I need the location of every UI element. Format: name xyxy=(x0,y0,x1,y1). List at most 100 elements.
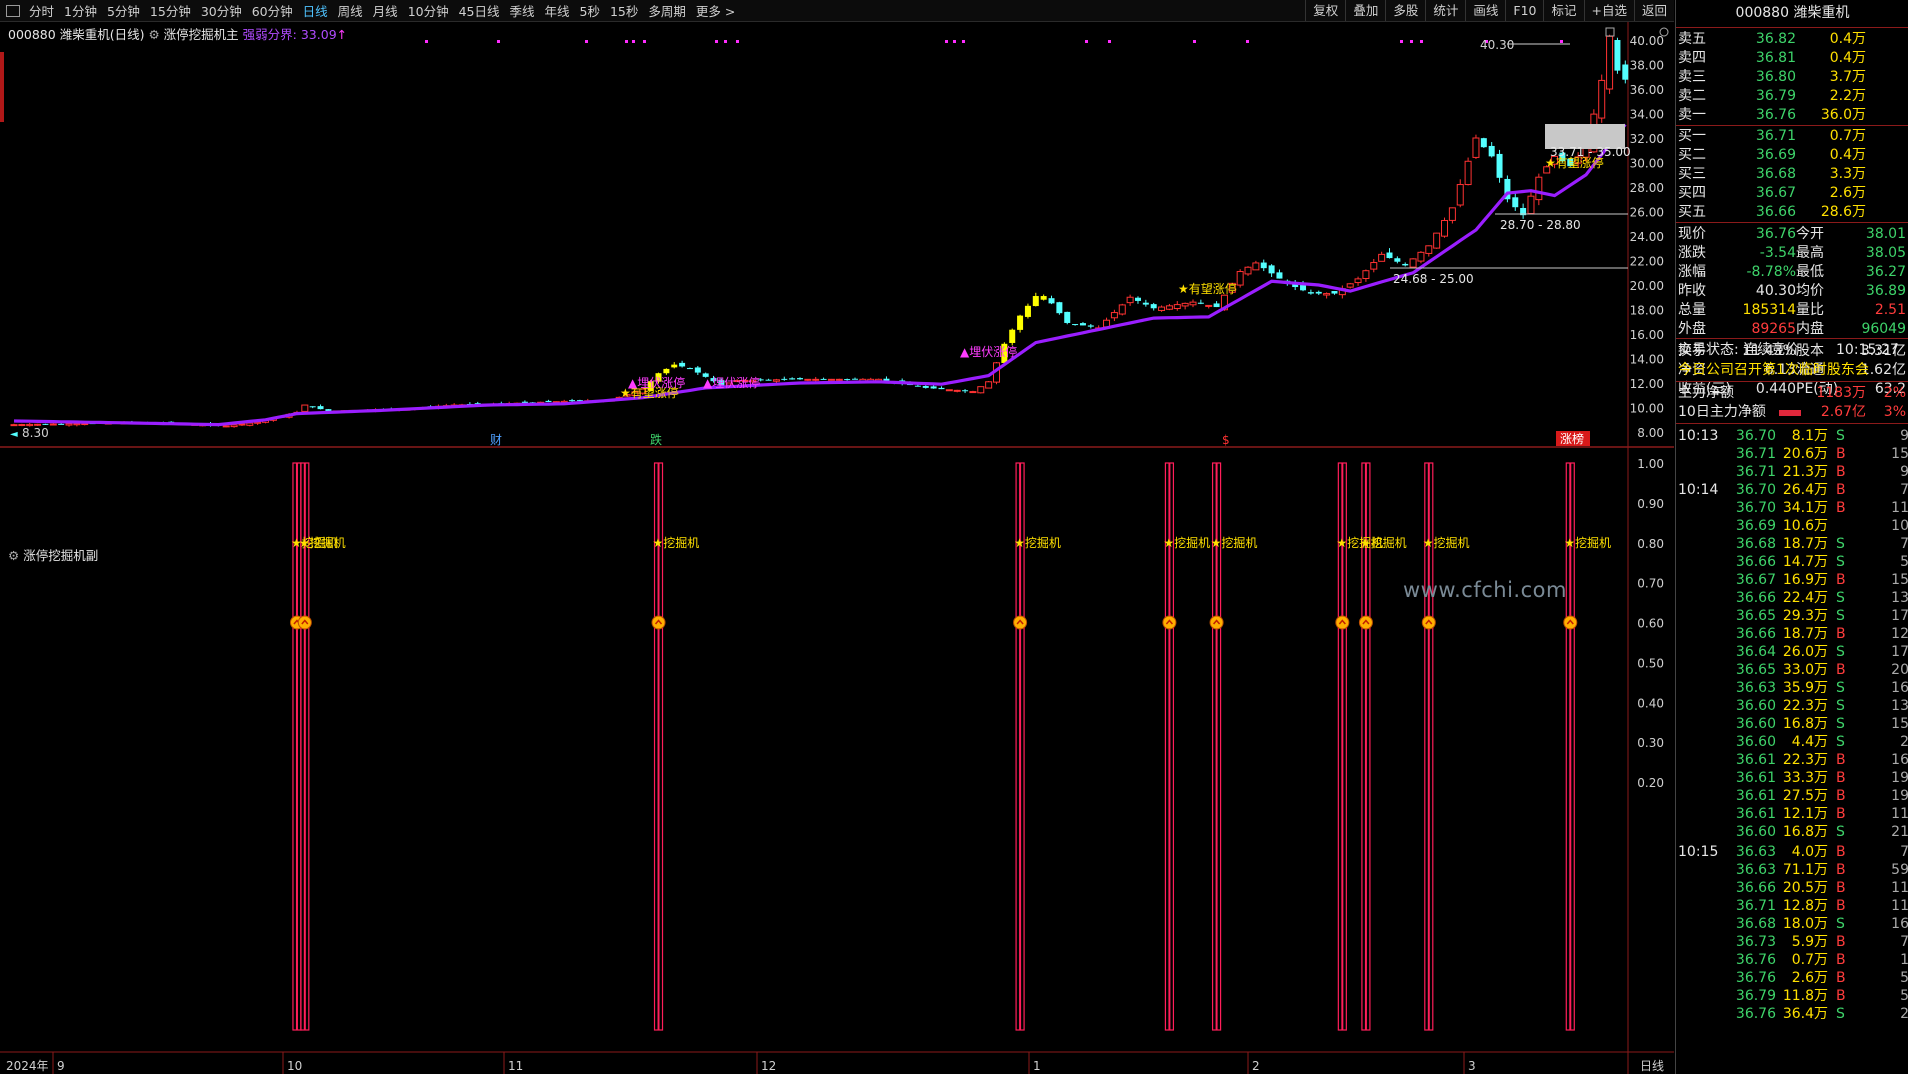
tick-side: S xyxy=(1836,644,1845,660)
tick-volume: 18.7万 xyxy=(1782,536,1828,552)
quote-divider xyxy=(1676,222,1908,223)
tick-price: 36.60 xyxy=(1735,734,1776,750)
stat-row: 昨收 40.30 均价 36.89 xyxy=(1676,282,1908,301)
y-tick-label: 38.00 xyxy=(1630,59,1664,73)
buy-label: 买一 xyxy=(1678,128,1706,144)
tick-count: 16 xyxy=(1891,752,1908,768)
sub-indicator-settings-icon[interactable]: ⚙ xyxy=(8,548,19,563)
buy-label: 买四 xyxy=(1678,185,1706,201)
stat-label: 昨收 xyxy=(1678,283,1706,299)
tick-price: 36.76 xyxy=(1735,1006,1776,1022)
kline-chart[interactable]: 40.0038.0036.0034.0032.0030.0028.0026.00… xyxy=(0,22,1674,1074)
tick-side: B xyxy=(1836,970,1846,986)
tool-button[interactable]: 返回 xyxy=(1633,0,1674,21)
period-tab[interactable]: 周线 xyxy=(333,1,368,20)
tool-button[interactable]: +自选 xyxy=(1583,0,1634,21)
period-tab[interactable]: 多周期 xyxy=(643,1,691,20)
period-tab[interactable]: 1分钟 xyxy=(59,1,102,20)
signal-label: ★挖掘机 xyxy=(653,535,700,550)
candle-body-limit-up xyxy=(663,368,670,374)
period-tab[interactable]: 5秒 xyxy=(575,1,605,20)
candle-body-down xyxy=(1402,263,1409,266)
period-tab[interactable]: 分时 xyxy=(24,1,59,20)
tick-volume: 27.5万 xyxy=(1782,788,1828,804)
stock-name: 潍柴重机 xyxy=(59,27,110,42)
sub-indicator-name[interactable]: 涨停挖掘机副 xyxy=(23,548,98,563)
signal-label: ★挖掘机 xyxy=(1163,535,1210,550)
candle-body-up xyxy=(1118,304,1126,315)
period-tab[interactable]: 15分钟 xyxy=(145,1,196,20)
tick-price: 36.76 xyxy=(1735,970,1776,986)
tool-button[interactable]: 多股 xyxy=(1385,0,1425,21)
candle-body-limit-up xyxy=(1024,305,1031,317)
candle-body-up xyxy=(1370,262,1378,270)
hope-label: ★有望涨停 xyxy=(1545,155,1604,170)
trade-time: 10:15:27 xyxy=(1836,342,1899,358)
sell-row: 卖五 36.82 0.4万 xyxy=(1676,30,1908,49)
period-tab[interactable]: 10分钟 xyxy=(403,1,454,20)
buy-volume: 2.6万 xyxy=(1829,185,1866,201)
tick-count: 11 xyxy=(1891,880,1908,896)
x-month-label: 12 xyxy=(761,1059,776,1073)
tick-row: 36.63 35.9万 S 16 xyxy=(1676,679,1908,698)
candle-body-up xyxy=(1244,266,1252,275)
tool-button[interactable]: 标记 xyxy=(1543,0,1583,21)
x-month-label: 9 xyxy=(57,1059,65,1073)
tick-volume: 34.1万 xyxy=(1782,500,1828,516)
candle-body-down xyxy=(765,379,772,381)
candle-body-up xyxy=(945,389,953,392)
tool-button[interactable]: 叠加 xyxy=(1345,0,1385,21)
sell-price: 36.80 xyxy=(1755,69,1796,85)
tool-button[interactable]: F10 xyxy=(1505,0,1543,21)
tool-button[interactable]: 统计 xyxy=(1425,0,1465,21)
candle-body-down xyxy=(1150,304,1157,309)
tick-volume: 22.3万 xyxy=(1782,752,1828,768)
period-tab[interactable]: 45日线 xyxy=(454,1,505,20)
period-tab[interactable]: 30分钟 xyxy=(196,1,247,20)
indicator-settings-icon[interactable]: ⚙ xyxy=(148,27,159,42)
tick-side: S xyxy=(1836,428,1845,444)
candle-body-up xyxy=(1346,283,1354,288)
stat-row: 现价 36.76 今开 38.01 xyxy=(1676,225,1908,244)
tick-price: 36.60 xyxy=(1735,824,1776,840)
quote-divider xyxy=(1676,381,1908,382)
candle-body-down xyxy=(781,378,788,380)
panel-toggle-icon[interactable] xyxy=(6,4,20,17)
candle-body-up xyxy=(835,378,843,381)
period-tab[interactable]: 15秒 xyxy=(605,1,643,20)
main-indicator-name[interactable]: 涨停挖掘机主 xyxy=(164,27,239,42)
side-tab[interactable] xyxy=(0,52,4,122)
tick-row: 36.60 22.3万 S 13 xyxy=(1676,697,1908,716)
y-tick-label: 16.00 xyxy=(1630,328,1664,342)
tool-button[interactable]: 复权 xyxy=(1305,0,1345,21)
tick-volume: 33.3万 xyxy=(1782,770,1828,786)
tick-volume: 21.3万 xyxy=(1782,464,1828,480)
quote-divider xyxy=(1676,125,1908,126)
notice-text[interactable]: 今日公司召开第1次临时股东会 xyxy=(1678,361,1869,380)
period-tab[interactable]: 年线 xyxy=(540,1,575,20)
period-tab[interactable]: 60分钟 xyxy=(247,1,298,20)
sub-y-tick-label: 0.90 xyxy=(1637,497,1664,511)
tick-side: S xyxy=(1836,734,1845,750)
tick-count: 20 xyxy=(1891,662,1908,678)
tick-price: 36.71 xyxy=(1735,898,1776,914)
tick-count: 1 xyxy=(1856,951,1908,970)
tick-volume: 14.7万 xyxy=(1782,554,1828,570)
stat-row: 涨幅 -8.78% 最低 36.27 xyxy=(1676,263,1908,282)
tool-button[interactable]: 画线 xyxy=(1465,0,1505,21)
period-tab[interactable]: 5分钟 xyxy=(102,1,145,20)
tick-row: 36.79 11.8万 B5 xyxy=(1676,987,1908,1006)
ma-line xyxy=(13,123,1627,427)
diamond-icon[interactable] xyxy=(1659,27,1669,37)
period-tab[interactable]: 季线 xyxy=(505,1,540,20)
period-tab[interactable]: 更多 > xyxy=(691,1,740,20)
stat-value: 40.30 xyxy=(1755,283,1796,299)
candle-body-up xyxy=(1441,219,1449,237)
tick-side: B xyxy=(1836,482,1846,498)
period-tab[interactable]: 月线 xyxy=(368,1,403,20)
tick-price: 36.61 xyxy=(1735,788,1776,804)
stat-label: 现价 xyxy=(1678,226,1706,242)
tick-volume: 16.8万 xyxy=(1782,824,1828,840)
period-tab[interactable]: 日线 xyxy=(298,1,333,20)
tick-count: 7 xyxy=(1856,535,1908,554)
